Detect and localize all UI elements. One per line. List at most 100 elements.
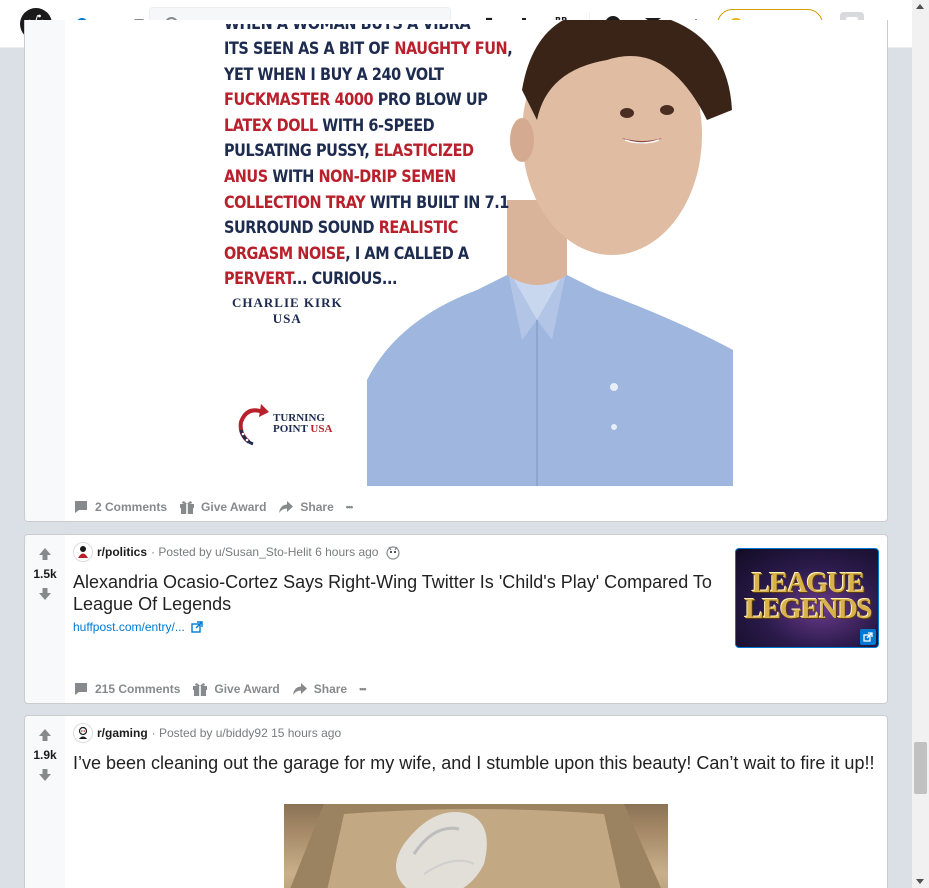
meme-text: WHEN A WOMAN BUYS A VIBRATOR, ITS SEEN AS… xyxy=(224,24,513,293)
give-award-button[interactable]: Give Award xyxy=(179,495,266,519)
meme-red-phrase: COLLECTION TRAY xyxy=(224,192,366,213)
meme-phrase: , xyxy=(507,39,513,59)
open-link-icon[interactable] xyxy=(860,629,876,645)
comments-button[interactable]: 2 Comments xyxy=(73,495,167,519)
share-button[interactable]: Share xyxy=(278,495,334,519)
post-thumbnail[interactable]: LEAGUE LEGENDS xyxy=(735,548,879,648)
vote-column xyxy=(25,20,65,521)
give-award-button[interactable]: Give Award xyxy=(192,677,280,701)
attribution-country: USA xyxy=(272,311,302,326)
more-options-button[interactable]: ••• xyxy=(345,498,354,516)
meme-phrase: WITH xyxy=(267,166,319,187)
meme-text-line: ANUS WITH NON-DRIP SEMEN xyxy=(224,165,471,191)
meme-text-line: LATEX DOLL WITH 6-SPEED xyxy=(224,114,471,140)
share-button[interactable]: Share xyxy=(292,677,347,701)
meme-text-line: WHEN A WOMAN BUYS A VIBRATOR, xyxy=(224,24,471,37)
meme-phrase: PRO BLOW UP xyxy=(373,90,488,111)
upvote-arrow-icon[interactable] xyxy=(38,547,52,561)
turning-point-arrow-icon xyxy=(238,404,269,446)
meme-phrase: WITH 6-SPEED xyxy=(317,115,435,136)
attribution-name: CHARLIE KIRK xyxy=(232,295,343,310)
meme-red-phrase: LATEX DOLL xyxy=(224,115,318,136)
give-award-label: Give Award xyxy=(214,682,280,696)
meme-attribution: CHARLIE KIRK USA xyxy=(232,295,343,327)
meme-phrase: WITH BUILT IN 7.1 xyxy=(365,192,509,213)
gift-icon xyxy=(193,683,208,696)
post-image[interactable] xyxy=(284,804,668,888)
meme-text-line: COLLECTION TRAY WITH BUILT IN 7.1 xyxy=(224,191,509,217)
meme-text-line: SURROUND SOUND REALISTIC xyxy=(224,216,471,242)
more-options-icon: ••• xyxy=(359,684,367,694)
more-options-icon: ••• xyxy=(345,502,354,512)
meme-red-phrase: PERVERT xyxy=(224,269,292,290)
meme-phrase: ITS SEEN AS A BIT OF xyxy=(224,39,395,59)
meme-text-line: FUCKMASTER 4000 PRO BLOW UP xyxy=(224,88,488,114)
meme-red-phrase: ANUS xyxy=(224,166,268,187)
gift-icon xyxy=(180,501,195,514)
comments-count: 2 Comments xyxy=(95,500,168,514)
page-scrollbar[interactable] xyxy=(912,0,929,888)
post-meta: r/politics · Posted by u/Susan_Sto-Helit… xyxy=(73,542,402,562)
turning-point-logo: TURNING POINT USA xyxy=(235,400,332,448)
give-award-label: Give Award xyxy=(201,500,267,514)
subreddit-link[interactable]: r/politics xyxy=(97,545,147,559)
meme-red-phrase: NAUGHTY FUN xyxy=(394,39,508,59)
logo-usa: USA xyxy=(310,423,333,435)
garage-photo xyxy=(290,804,661,888)
post-title[interactable]: I’ve been cleaning out the garage for my… xyxy=(73,752,878,774)
meme-text-line: YET WHEN I BUY A 240 VOLT xyxy=(224,63,471,89)
comments-count: 215 Comments xyxy=(95,682,181,696)
vote-column: 1.5k xyxy=(25,535,65,703)
meme-text-line: ITS SEEN AS A BIT OF NAUGHTY FUN, xyxy=(224,37,513,63)
post-meta: r/gaming · Posted by u/biddy92 15 hours … xyxy=(73,723,341,743)
post-title[interactable]: Alexandria Ocasio-Cortez Says Right-Wing… xyxy=(73,571,723,615)
scroll-down-arrow-icon[interactable] xyxy=(916,879,924,884)
external-link[interactable]: huffpost.com/entry/... xyxy=(73,620,203,634)
post-image[interactable]: WHEN A WOMAN BUYS A VIBRATOR, ITS SEEN AS… xyxy=(67,20,733,486)
comment-icon xyxy=(75,501,87,513)
vote-column: 1.9k xyxy=(25,716,65,888)
vote-score: 1.9k xyxy=(33,748,57,762)
subreddit-icon[interactable] xyxy=(73,542,93,562)
post-actions: 2 Comments Give Award Share ••• xyxy=(73,495,364,519)
meme-red-phrase: FUCKMASTER 4000 xyxy=(224,90,374,111)
post-card[interactable]: 1.9k r/gaming · Posted by u/biddy92 15 h… xyxy=(24,715,888,888)
meme-red-phrase: ELASTICIZED xyxy=(374,141,474,162)
link-url: huffpost.com/entry/... xyxy=(73,620,185,634)
meme-text-line: ORGASM NOISE, I AM CALLED A xyxy=(224,242,471,268)
comments-button[interactable]: 215 Comments xyxy=(73,677,180,701)
share-label: Share xyxy=(300,500,334,514)
post-card[interactable]: WHEN A WOMAN BUYS A VIBRATOR, ITS SEEN AS… xyxy=(24,20,888,522)
scrollbar-thumb[interactable] xyxy=(914,742,927,794)
scroll-up-arrow-icon[interactable] xyxy=(916,4,924,9)
share-arrow-icon xyxy=(292,683,307,695)
thumbnail-text-2: LEGENDS xyxy=(744,594,873,625)
logo-line-2: POINT xyxy=(273,423,308,435)
thumbnail-art: LEAGUE LEGENDS xyxy=(740,570,876,625)
posted-by: · Posted by u/Susan_Sto-Helit 6 hours ag… xyxy=(151,545,379,559)
subreddit-link[interactable]: r/gaming xyxy=(97,726,148,740)
meme-text-line: PULSATING PUSSY, ELASTICIZED xyxy=(224,139,474,165)
subreddit-icon[interactable] xyxy=(73,723,93,743)
meme-phrase: SURROUND SOUND xyxy=(224,218,379,239)
award-icon[interactable] xyxy=(384,544,402,560)
more-options-button[interactable]: ••• xyxy=(359,680,367,698)
post-actions: 215 Comments Give Award Share ••• xyxy=(73,677,378,701)
meme-phrase: , I AM CALLED A xyxy=(345,243,469,264)
upvote-arrow-icon[interactable] xyxy=(38,728,52,742)
post-card[interactable]: 1.5k r/politics · Posted by u/Susan_Sto-… xyxy=(24,534,888,704)
downvote-arrow-icon[interactable] xyxy=(38,768,52,782)
meme-phrase: WHEN A WOMAN BUYS A VIBRATOR, xyxy=(224,24,471,34)
meme-red-phrase: NON-DRIP SEMEN xyxy=(318,166,457,187)
posted-by: · Posted by u/biddy92 15 hours ago xyxy=(151,726,342,740)
share-arrow-icon xyxy=(279,501,294,513)
meme-red-phrase: REALISTIC xyxy=(378,218,459,239)
downvote-arrow-icon[interactable] xyxy=(38,587,52,601)
meme-red-phrase: ORGASM NOISE xyxy=(224,243,346,264)
share-label: Share xyxy=(313,682,348,696)
vote-score: 1.5k xyxy=(33,567,57,581)
meme-text-line: PERVERT... CURIOUS... xyxy=(224,267,471,293)
comment-icon xyxy=(75,683,87,695)
meme-phrase: PULSATING PUSSY, xyxy=(224,141,375,162)
meme-phrase: YET WHEN I BUY A 240 VOLT xyxy=(224,64,444,85)
